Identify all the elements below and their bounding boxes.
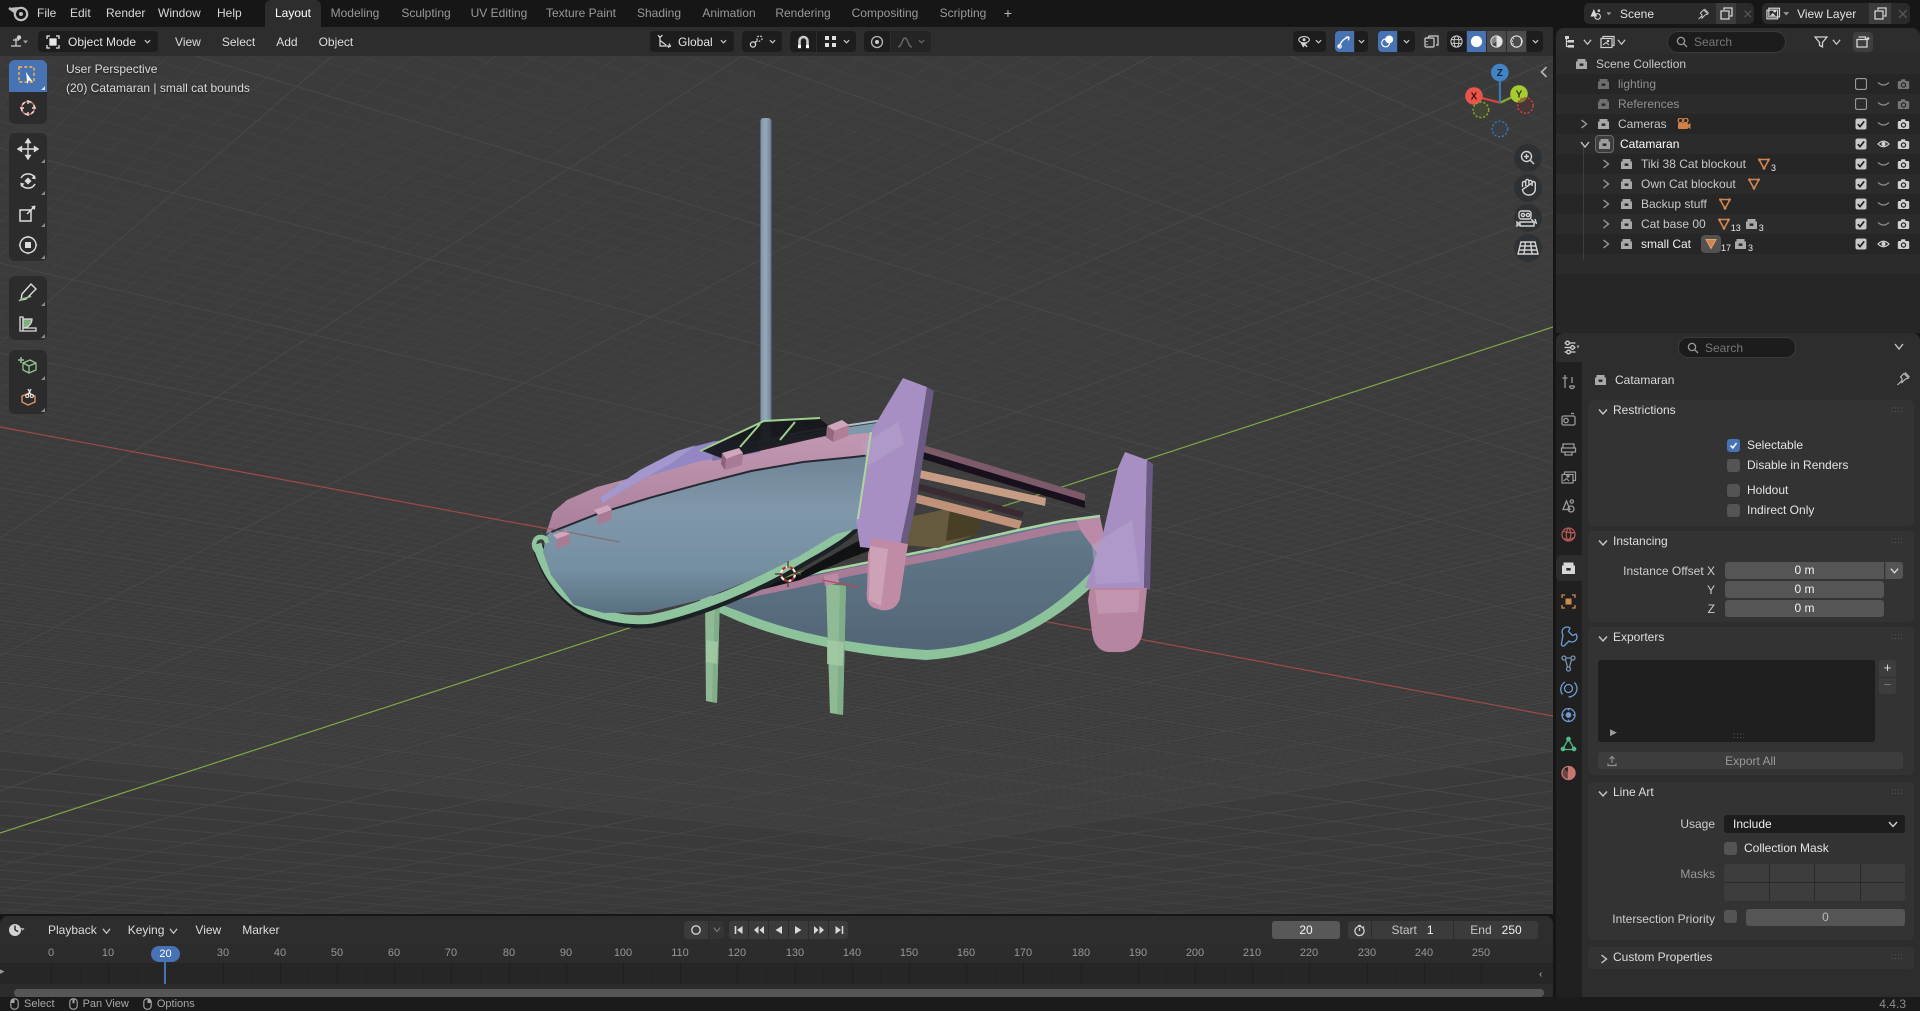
svg-text:X: X [1471, 92, 1478, 103]
svg-text:Z: Z [1497, 68, 1503, 79]
